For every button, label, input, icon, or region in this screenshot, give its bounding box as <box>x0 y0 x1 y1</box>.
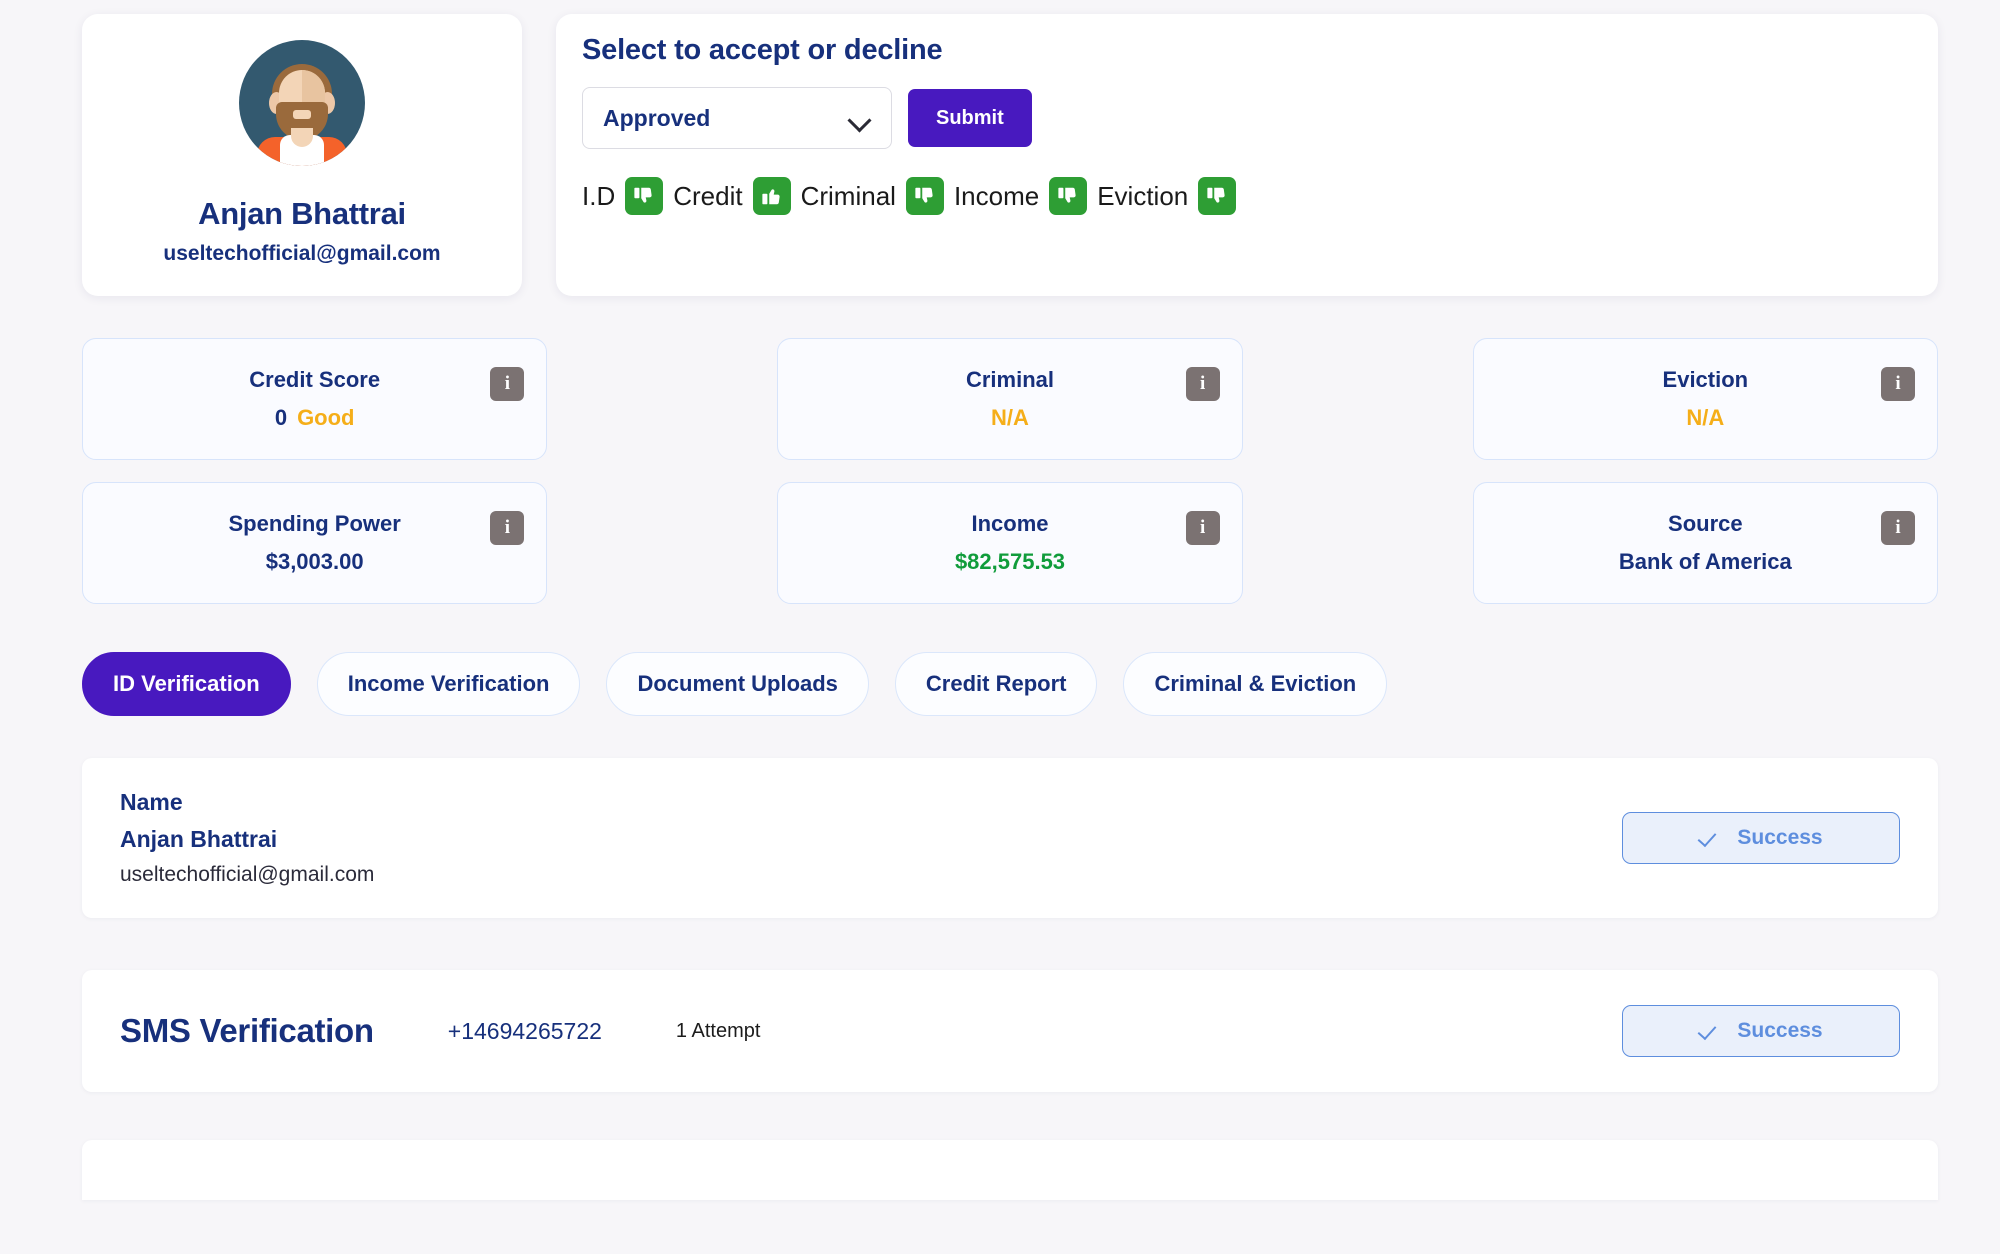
info-icon[interactable]: i <box>1881 511 1915 545</box>
name-block: Name Anjan Bhattrai useltechofficial@gma… <box>120 789 374 887</box>
submit-button[interactable]: Submit <box>908 89 1032 147</box>
stat-title: Criminal <box>965 367 1054 392</box>
flag-label-income: Income <box>953 180 1040 211</box>
name-status-badge[interactable]: Success <box>1622 812 1900 864</box>
credit-score-rating: Good <box>297 405 355 430</box>
tab-id-verification[interactable]: ID Verification <box>82 652 291 716</box>
name-label: Name <box>120 789 183 815</box>
info-icon[interactable]: i <box>490 511 525 545</box>
stat-title: Income <box>971 511 1049 536</box>
flag-label-id: I.D <box>582 180 616 211</box>
flag-label-credit: Credit <box>673 180 743 211</box>
sms-status-badge[interactable]: Success <box>1622 1005 1900 1057</box>
stat-card-eviction: Eviction N/A i <box>1472 338 1938 460</box>
info-icon[interactable]: i <box>490 367 525 401</box>
stat-card-source: Source Bank of America i <box>1472 482 1938 604</box>
stat-value: 0 Good <box>275 405 355 431</box>
decision-select[interactable]: Approved <box>582 87 892 149</box>
flag-label-criminal: Criminal <box>800 180 896 211</box>
name-value: Anjan Bhattrai <box>120 826 278 852</box>
thumbs-down-icon[interactable] <box>905 177 944 215</box>
stat-card-income: Income $82,575.53 i <box>777 482 1243 604</box>
sms-phone-number: +14694265722 <box>447 1017 602 1044</box>
status-label: Success <box>1737 1019 1823 1042</box>
profile-card: Anjan Bhattrai useltechofficial@gmail.co… <box>82 14 522 296</box>
credit-score-number: 0 <box>274 405 288 430</box>
info-icon[interactable]: i <box>1185 367 1220 401</box>
applicant-screening-page: Anjan Bhattrai useltechofficial@gmail.co… <box>0 0 2000 1254</box>
stat-value: Bank of America <box>1618 549 1792 574</box>
profile-email: useltechofficial@gmail.com <box>163 242 441 265</box>
stat-value: N/A <box>1686 405 1725 430</box>
stat-value: N/A <box>991 405 1029 430</box>
thumbs-down-icon[interactable] <box>1049 177 1088 215</box>
stat-card-spending-power: Spending Power $3,003.00 i <box>82 482 548 604</box>
sms-verification-row: SMS Verification +14694265722 1 Attempt … <box>82 970 1938 1092</box>
info-icon[interactable]: i <box>1881 367 1915 401</box>
info-icon[interactable]: i <box>1185 511 1220 545</box>
name-email: useltechofficial@gmail.com <box>120 863 375 886</box>
thumbs-down-icon[interactable] <box>1198 177 1237 215</box>
stat-value: $82,575.53 <box>954 549 1066 574</box>
decision-select-value: Approved <box>603 104 711 131</box>
thumbs-down-icon[interactable] <box>625 177 664 215</box>
thumbs-up-icon[interactable] <box>752 177 791 215</box>
decision-card: Select to accept or decline Approved Sub… <box>556 14 1938 296</box>
flag-label-eviction: Eviction <box>1097 180 1189 211</box>
tab-document-uploads[interactable]: Document Uploads <box>606 652 869 716</box>
tab-criminal-and-eviction[interactable]: Criminal & Eviction <box>1123 652 1388 716</box>
check-icon <box>1699 827 1721 849</box>
stat-card-criminal: Criminal N/A i <box>777 338 1243 460</box>
stats-row-2: Spending Power $3,003.00 i Income $82,57… <box>0 460 2000 604</box>
sms-details: SMS Verification +14694265722 1 Attempt <box>120 1012 760 1050</box>
stat-value: $3,003.00 <box>265 549 364 574</box>
check-icon <box>1699 1020 1721 1042</box>
decision-controls: Approved Submit <box>582 87 1912 149</box>
decision-title: Select to accept or decline <box>582 34 943 66</box>
stat-title: Spending Power <box>228 511 401 536</box>
verification-tabs: ID Verification Income Verification Docu… <box>0 604 2000 716</box>
stat-title: Source <box>1668 511 1743 536</box>
stat-title: Credit Score <box>249 367 381 392</box>
name-verification-row: Name Anjan Bhattrai useltechofficial@gma… <box>82 758 1938 918</box>
avatar <box>239 40 365 166</box>
status-label: Success <box>1737 826 1823 849</box>
chevron-down-icon <box>849 112 871 124</box>
sms-title: SMS Verification <box>120 1012 374 1049</box>
profile-name: Anjan Bhattrai <box>198 196 406 231</box>
stat-title: Eviction <box>1662 367 1749 392</box>
tab-credit-report[interactable]: Credit Report <box>894 652 1098 716</box>
sms-attempt-count: 1 Attempt <box>675 1019 761 1042</box>
stat-card-credit-score: Credit Score 0 Good i <box>82 338 548 460</box>
top-section: Anjan Bhattrai useltechofficial@gmail.co… <box>0 0 2000 296</box>
tab-income-verification[interactable]: Income Verification <box>316 652 581 716</box>
stats-row-1: Credit Score 0 Good i Criminal N/A i Evic… <box>0 296 2000 460</box>
verification-flags-row: I.D Credit Criminal Income Eviction <box>582 177 1912 215</box>
next-verification-row-partial <box>82 1140 1938 1200</box>
